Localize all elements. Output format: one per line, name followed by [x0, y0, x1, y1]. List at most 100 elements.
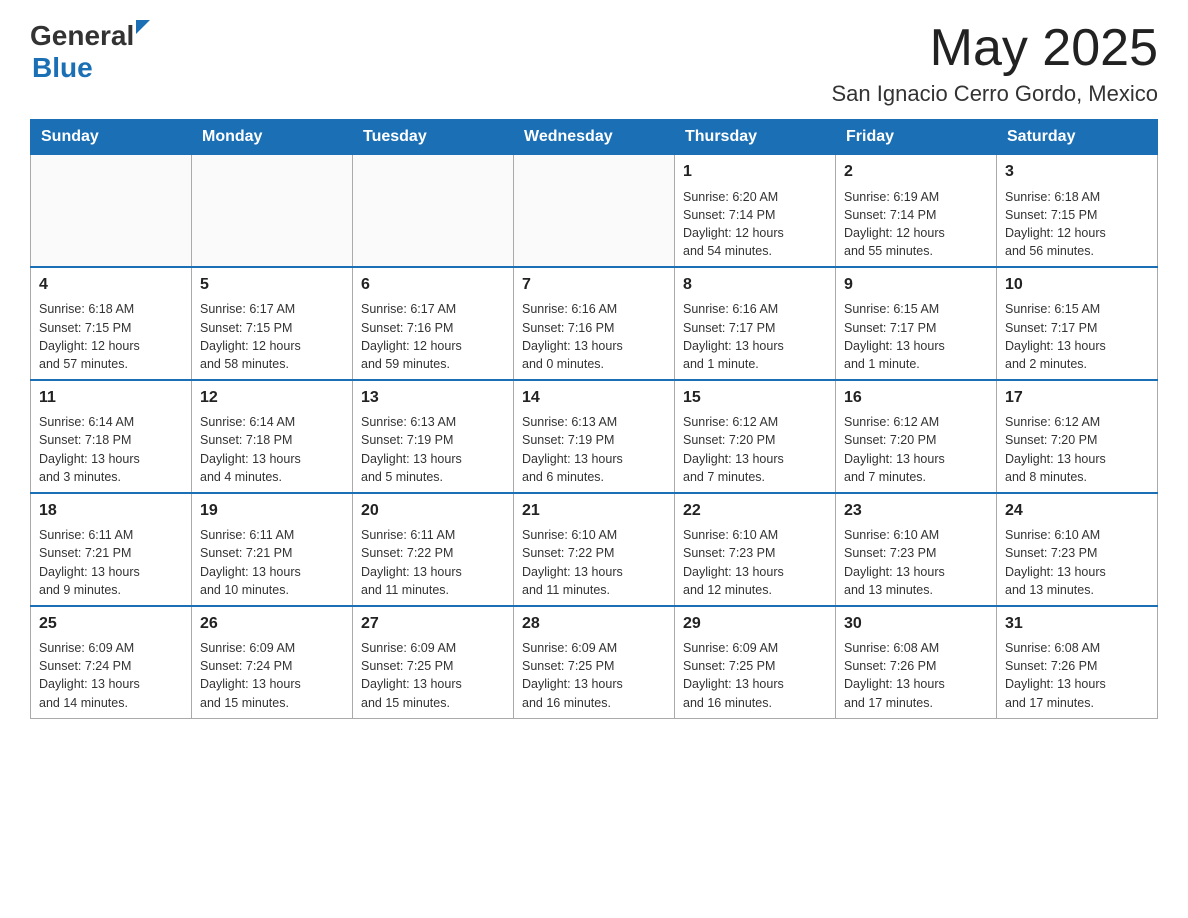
day-number: 17: [1005, 387, 1149, 409]
calendar-week-row: 18Sunrise: 6:11 AM Sunset: 7:21 PM Dayli…: [31, 493, 1158, 606]
calendar-cell: [31, 155, 192, 267]
calendar-cell: 30 Sunrise: 6:08 AM Sunset: 7:26 PM Dayli…: [836, 606, 997, 718]
day-number: 3: [1005, 161, 1149, 183]
calendar-cell: 11 Sunrise: 6:14 AM Sunset: 7:18 PM Dayli…: [31, 380, 192, 493]
day-number: 27: [361, 613, 505, 635]
calendar-cell: 7Sunrise: 6:16 AM Sunset: 7:16 PM Daylig…: [514, 267, 675, 380]
calendar-cell: 25 Sunrise: 6:09 AM Sunset: 7:24 PM Dayli…: [31, 606, 192, 718]
day-number: 4: [39, 274, 183, 296]
calendar-cell: 15 Sunrise: 6:12 AM Sunset: 7:20 PM Dayli…: [675, 380, 836, 493]
day-number: 1: [683, 161, 827, 183]
calendar-cell: 21Sunrise: 6:10 AM Sunset: 7:22 PM Dayli…: [514, 493, 675, 606]
day-info: Sunrise: 6:17 AM Sunset: 7:16 PM Dayligh…: [361, 300, 505, 373]
day-info: Sunrise: 6:09 AM Sunset: 7:25 PM Dayligh…: [522, 639, 666, 712]
calendar-week-row: 4 Sunrise: 6:18 AM Sunset: 7:15 PM Daylig…: [31, 267, 1158, 380]
day-info: Sunrise: 6:18 AM Sunset: 7:15 PM Dayligh…: [1005, 188, 1149, 261]
calendar-cell: 4 Sunrise: 6:18 AM Sunset: 7:15 PM Daylig…: [31, 267, 192, 380]
location-subtitle: San Ignacio Cerro Gordo, Mexico: [832, 81, 1159, 107]
day-number: 22: [683, 500, 827, 522]
calendar-cell: 18Sunrise: 6:11 AM Sunset: 7:21 PM Dayli…: [31, 493, 192, 606]
day-info: Sunrise: 6:10 AM Sunset: 7:23 PM Dayligh…: [844, 526, 988, 599]
calendar-cell: 26Sunrise: 6:09 AM Sunset: 7:24 PM Dayli…: [192, 606, 353, 718]
day-info: Sunrise: 6:10 AM Sunset: 7:23 PM Dayligh…: [683, 526, 827, 599]
calendar-cell: [353, 155, 514, 267]
calendar-cell: 8 Sunrise: 6:16 AM Sunset: 7:17 PM Daylig…: [675, 267, 836, 380]
day-number: 28: [522, 613, 666, 635]
weekday-header: Wednesday: [514, 120, 675, 155]
calendar-cell: 19 Sunrise: 6:11 AM Sunset: 7:21 PM Dayli…: [192, 493, 353, 606]
day-number: 15: [683, 387, 827, 409]
calendar-cell: 1 Sunrise: 6:20 AM Sunset: 7:14 PM Daylig…: [675, 155, 836, 267]
calendar-cell: 27 Sunrise: 6:09 AM Sunset: 7:25 PM Dayli…: [353, 606, 514, 718]
day-info: Sunrise: 6:14 AM Sunset: 7:18 PM Dayligh…: [200, 413, 344, 486]
calendar-cell: 14 Sunrise: 6:13 AM Sunset: 7:19 PM Dayli…: [514, 380, 675, 493]
day-info: Sunrise: 6:08 AM Sunset: 7:26 PM Dayligh…: [844, 639, 988, 712]
calendar-cell: 9 Sunrise: 6:15 AM Sunset: 7:17 PM Daylig…: [836, 267, 997, 380]
day-info: Sunrise: 6:09 AM Sunset: 7:25 PM Dayligh…: [361, 639, 505, 712]
day-info: Sunrise: 6:09 AM Sunset: 7:24 PM Dayligh…: [39, 639, 183, 712]
day-info: Sunrise: 6:14 AM Sunset: 7:18 PM Dayligh…: [39, 413, 183, 486]
day-number: 26: [200, 613, 344, 635]
calendar-cell: 29Sunrise: 6:09 AM Sunset: 7:25 PM Dayli…: [675, 606, 836, 718]
day-number: 20: [361, 500, 505, 522]
day-number: 2: [844, 161, 988, 183]
weekday-header: Sunday: [31, 120, 192, 155]
weekday-header: Friday: [836, 120, 997, 155]
day-info: Sunrise: 6:16 AM Sunset: 7:17 PM Dayligh…: [683, 300, 827, 373]
day-number: 16: [844, 387, 988, 409]
day-info: Sunrise: 6:12 AM Sunset: 7:20 PM Dayligh…: [844, 413, 988, 486]
day-info: Sunrise: 6:19 AM Sunset: 7:14 PM Dayligh…: [844, 188, 988, 261]
day-info: Sunrise: 6:08 AM Sunset: 7:26 PM Dayligh…: [1005, 639, 1149, 712]
month-year-title: May 2025: [832, 20, 1159, 77]
day-number: 8: [683, 274, 827, 296]
page-header: General Blue May 2025 San Ignacio Cerro …: [30, 20, 1158, 107]
day-info: Sunrise: 6:12 AM Sunset: 7:20 PM Dayligh…: [683, 413, 827, 486]
weekday-header-row: SundayMondayTuesdayWednesdayThursdayFrid…: [31, 120, 1158, 155]
day-info: Sunrise: 6:15 AM Sunset: 7:17 PM Dayligh…: [844, 300, 988, 373]
day-number: 30: [844, 613, 988, 635]
calendar-cell: 5 Sunrise: 6:17 AM Sunset: 7:15 PM Daylig…: [192, 267, 353, 380]
calendar-cell: 31 Sunrise: 6:08 AM Sunset: 7:26 PM Dayli…: [997, 606, 1158, 718]
day-number: 31: [1005, 613, 1149, 635]
calendar-cell: 3 Sunrise: 6:18 AM Sunset: 7:15 PM Daylig…: [997, 155, 1158, 267]
day-number: 7: [522, 274, 666, 296]
day-number: 11: [39, 387, 183, 409]
calendar-cell: 10Sunrise: 6:15 AM Sunset: 7:17 PM Dayli…: [997, 267, 1158, 380]
calendar-cell: 16 Sunrise: 6:12 AM Sunset: 7:20 PM Dayli…: [836, 380, 997, 493]
weekday-header: Saturday: [997, 120, 1158, 155]
day-number: 9: [844, 274, 988, 296]
day-info: Sunrise: 6:17 AM Sunset: 7:15 PM Dayligh…: [200, 300, 344, 373]
logo-general: General: [30, 20, 134, 52]
day-info: Sunrise: 6:11 AM Sunset: 7:21 PM Dayligh…: [39, 526, 183, 599]
day-number: 25: [39, 613, 183, 635]
day-number: 24: [1005, 500, 1149, 522]
day-info: Sunrise: 6:15 AM Sunset: 7:17 PM Dayligh…: [1005, 300, 1149, 373]
day-info: Sunrise: 6:11 AM Sunset: 7:21 PM Dayligh…: [200, 526, 344, 599]
day-info: Sunrise: 6:10 AM Sunset: 7:23 PM Dayligh…: [1005, 526, 1149, 599]
calendar-week-row: 11 Sunrise: 6:14 AM Sunset: 7:18 PM Dayli…: [31, 380, 1158, 493]
day-number: 13: [361, 387, 505, 409]
day-info: Sunrise: 6:18 AM Sunset: 7:15 PM Dayligh…: [39, 300, 183, 373]
logo: General Blue: [30, 20, 150, 84]
day-info: Sunrise: 6:13 AM Sunset: 7:19 PM Dayligh…: [522, 413, 666, 486]
day-info: Sunrise: 6:13 AM Sunset: 7:19 PM Dayligh…: [361, 413, 505, 486]
calendar-cell: 17 Sunrise: 6:12 AM Sunset: 7:20 PM Dayli…: [997, 380, 1158, 493]
day-info: Sunrise: 6:20 AM Sunset: 7:14 PM Dayligh…: [683, 188, 827, 261]
calendar-week-row: 1 Sunrise: 6:20 AM Sunset: 7:14 PM Daylig…: [31, 155, 1158, 267]
calendar-cell: 12Sunrise: 6:14 AM Sunset: 7:18 PM Dayli…: [192, 380, 353, 493]
calendar-table: SundayMondayTuesdayWednesdayThursdayFrid…: [30, 119, 1158, 718]
day-number: 19: [200, 500, 344, 522]
day-number: 23: [844, 500, 988, 522]
day-number: 5: [200, 274, 344, 296]
weekday-header: Thursday: [675, 120, 836, 155]
day-info: Sunrise: 6:12 AM Sunset: 7:20 PM Dayligh…: [1005, 413, 1149, 486]
calendar-cell: 23 Sunrise: 6:10 AM Sunset: 7:23 PM Dayli…: [836, 493, 997, 606]
logo-blue: Blue: [32, 52, 93, 83]
calendar-cell: 2 Sunrise: 6:19 AM Sunset: 7:14 PM Daylig…: [836, 155, 997, 267]
calendar-cell: 6Sunrise: 6:17 AM Sunset: 7:16 PM Daylig…: [353, 267, 514, 380]
weekday-header: Monday: [192, 120, 353, 155]
calendar-cell: 20Sunrise: 6:11 AM Sunset: 7:22 PM Dayli…: [353, 493, 514, 606]
calendar-cell: 28 Sunrise: 6:09 AM Sunset: 7:25 PM Dayli…: [514, 606, 675, 718]
day-info: Sunrise: 6:10 AM Sunset: 7:22 PM Dayligh…: [522, 526, 666, 599]
day-number: 14: [522, 387, 666, 409]
